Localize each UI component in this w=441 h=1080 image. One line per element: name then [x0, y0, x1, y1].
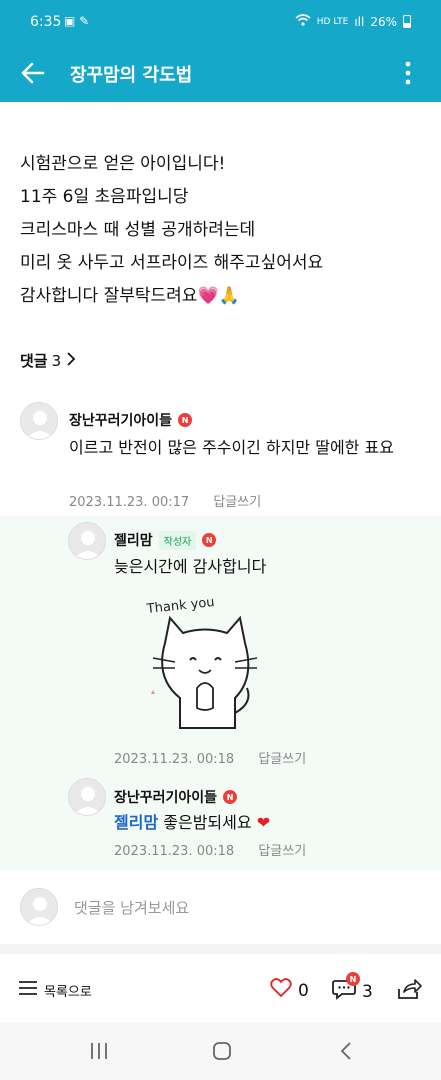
avatar[interactable]	[68, 522, 106, 560]
mention-link[interactable]: 젤리맘	[114, 813, 158, 832]
more-vert-icon[interactable]	[393, 58, 423, 88]
status-bar: 6:35 ▣ ✎ HD LTE ıll 26%	[0, 0, 441, 46]
post-body: 시험관으로 얻은 아이입니다! 11주 6일 초음파입니당 크리스마스 때 성별…	[20, 148, 420, 313]
status-notification-icons: ▣ ✎	[64, 14, 90, 28]
comment-text: 젤리맘 좋은밤되세요 ❤	[114, 810, 414, 835]
post-line: 시험관으로 얻은 아이입니다!	[20, 154, 226, 174]
comment-author[interactable]: 젤리맘 작성자 N	[114, 530, 217, 550]
comment-meta: 2023.11.23. 00:18 답글쓰기	[114, 840, 306, 859]
comments-count: 3	[51, 351, 62, 370]
thank-you-sticker: Thank you	[135, 588, 275, 738]
author-badge: 작성자	[158, 530, 197, 550]
comment-meta: 2023.11.23. 00:18 답글쓰기	[114, 748, 306, 767]
back-nav-icon[interactable]	[336, 1040, 358, 1066]
heart-icon	[270, 978, 292, 1003]
avatar-placeholder-icon	[26, 411, 54, 439]
avatar[interactable]	[20, 402, 58, 440]
home-icon[interactable]	[211, 1040, 233, 1066]
app-bar: 장꾸맘의 각도법	[0, 46, 441, 102]
comment-author[interactable]: 장난꾸러기아이들 N	[114, 787, 238, 807]
comment-text-body: 좋은밤되세요	[163, 813, 252, 832]
reply-button[interactable]: 답글쓰기	[258, 844, 306, 859]
comment-date: 2023.11.23. 00:17	[69, 495, 190, 510]
battery-percent: 26%	[370, 14, 397, 29]
comment-button[interactable]: N 3	[332, 972, 373, 1005]
new-badge: N	[202, 533, 217, 547]
like-count: 0	[298, 980, 309, 1001]
comments-header[interactable]: 댓글 3	[20, 350, 77, 371]
comment-author-name: 장난꾸러기아이들	[114, 790, 218, 806]
comment-meta: 2023.11.23. 00:17 답글쓰기	[69, 491, 261, 510]
recents-icon[interactable]	[88, 1040, 110, 1066]
back-arrow-icon[interactable]	[18, 58, 48, 88]
new-badge: N	[178, 413, 193, 427]
avatar	[20, 888, 58, 926]
comments-label: 댓글	[20, 352, 48, 370]
post-line: 감사합니다 잘부탁드려요💗🙏	[20, 286, 240, 306]
chevron-right-icon	[65, 351, 77, 370]
reply-button[interactable]: 답글쓰기	[258, 752, 306, 767]
comment-input[interactable]: 댓글을 남겨보세요	[74, 897, 189, 918]
new-badge: N	[346, 972, 360, 986]
comment-text: 늦은시간에 감사합니다	[114, 557, 267, 576]
new-badge: N	[223, 790, 238, 804]
bottom-action-bar: 목록으로 0 N 3	[0, 965, 441, 1019]
comment-compose[interactable]: 댓글을 남겨보세요	[20, 888, 189, 926]
divider	[0, 944, 441, 954]
menu-list-icon	[18, 979, 38, 1001]
share-icon[interactable]	[396, 977, 422, 1005]
signal-icon: ıll	[354, 14, 365, 29]
status-right: HD LTE ıll 26%	[295, 14, 411, 29]
status-time: 6:35	[30, 14, 62, 30]
list-label: 목록으로	[44, 984, 92, 1000]
page-title: 장꾸맘의 각도법	[70, 65, 193, 86]
system-nav-bar	[0, 1022, 441, 1080]
battery-icon	[403, 15, 411, 28]
avatar-placeholder-icon	[26, 897, 54, 925]
post-line: 11주 6일 초음파입니당	[20, 187, 189, 207]
comment-author-name: 젤리맘	[114, 533, 153, 549]
comment-date: 2023.11.23. 00:18	[114, 844, 235, 859]
list-button[interactable]: 목록으로	[18, 979, 92, 1001]
comment-date: 2023.11.23. 00:18	[114, 752, 235, 767]
reply-button[interactable]: 답글쓰기	[213, 495, 261, 510]
comment-author[interactable]: 장난꾸러기아이들 N	[69, 410, 193, 430]
like-button[interactable]: 0	[270, 978, 309, 1003]
sticker-caption: Thank you	[145, 595, 215, 617]
post-line: 크리스마스 때 성별 공개하려는데	[20, 220, 256, 240]
post-line: 미리 옷 사두고 서프라이즈 해주고싶어서요	[20, 253, 324, 273]
comment-count: 3	[362, 981, 373, 1002]
network-type: HD LTE	[316, 16, 349, 27]
wifi-icon	[295, 14, 311, 29]
comment-text: 이르고 반전이 많은 주수이긴 하지만 딸에한 표요	[69, 438, 394, 457]
avatar[interactable]	[68, 778, 106, 816]
comment-author-name: 장난꾸러기아이들	[69, 413, 173, 429]
heart-emoji: ❤	[256, 813, 271, 832]
